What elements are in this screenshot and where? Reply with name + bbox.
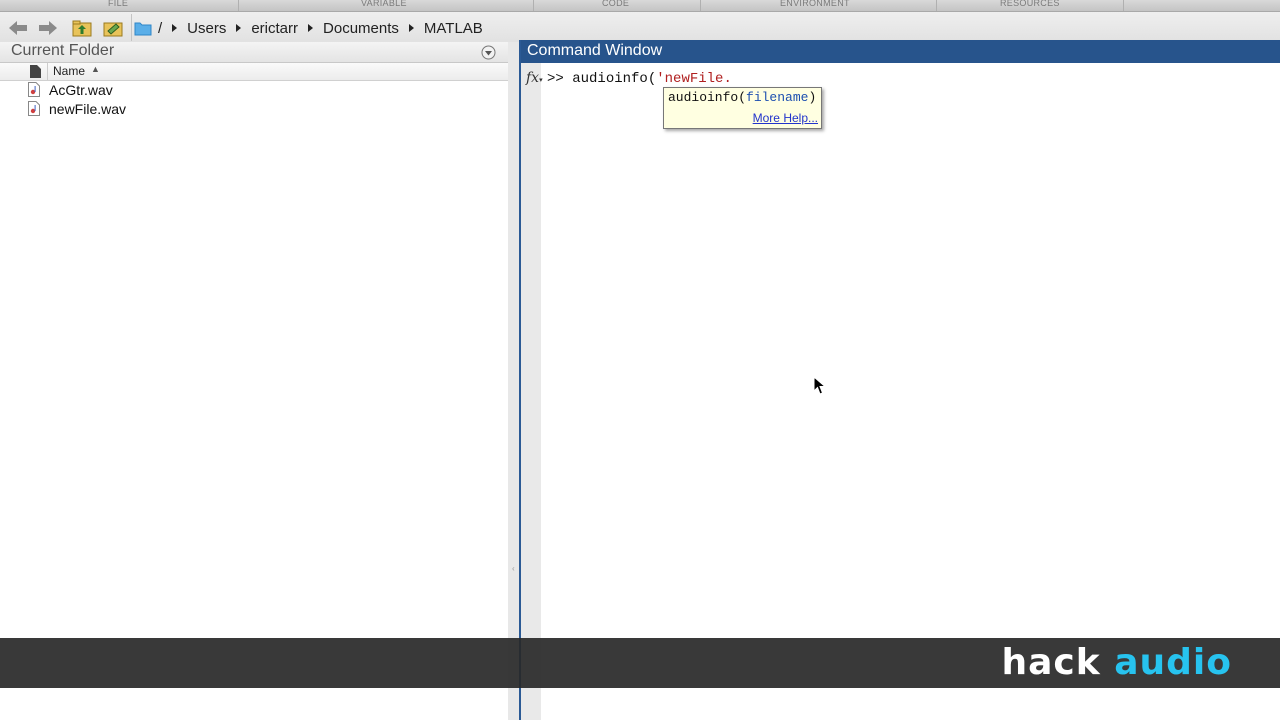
audio-file-icon	[28, 101, 40, 116]
panel-splitter[interactable]: ‹	[508, 42, 519, 720]
section-label-resources: RESOURCES	[1000, 0, 1060, 8]
breadcrumb-root[interactable]: /	[158, 20, 162, 37]
sort-ascending-icon: ▲	[91, 64, 100, 74]
signature-argument: filename	[746, 90, 809, 105]
breadcrumb-separator-icon	[172, 24, 178, 32]
breadcrumb-erictarr[interactable]: erictarr	[251, 20, 298, 37]
audio-file-icon	[28, 82, 40, 97]
browse-for-folder-button[interactable]	[103, 18, 123, 38]
splitter-grip-icon: ‹	[512, 564, 515, 573]
back-arrow-icon	[9, 21, 27, 35]
command-string-text: 'newFile.	[656, 71, 732, 87]
column-divider	[47, 63, 48, 80]
toolbar-divider	[131, 14, 132, 41]
up-folder-icon	[72, 20, 92, 37]
file-name: AcGtr.wav	[49, 81, 113, 98]
breadcrumb-separator-icon	[308, 24, 314, 32]
hack-audio-logo: hack audio	[1001, 642, 1232, 683]
forward-arrow-icon	[39, 21, 57, 35]
watermark-banner: hack audio	[0, 638, 1280, 688]
section-divider	[533, 0, 534, 11]
section-divider	[1123, 0, 1124, 11]
up-one-level-button[interactable]	[72, 18, 92, 38]
signature-function: audioinfo(	[668, 90, 747, 105]
current-folder-titlebar[interactable]: Current Folder	[0, 42, 508, 63]
toolstrip-section-labels: FILE VARIABLE CODE ENVIRONMENT RESOURCES	[0, 0, 1280, 12]
command-input[interactable]: >> audioinfo('newFile.	[547, 71, 732, 87]
current-folder-title: Current Folder	[11, 42, 115, 59]
command-window-panel[interactable]: Command Window fx▾ >> audioinfo('newFile…	[519, 40, 1280, 720]
signature-close: )	[808, 90, 817, 105]
section-divider	[936, 0, 937, 11]
breadcrumb-separator-icon	[408, 24, 414, 32]
file-row-newfile[interactable]: newFile.wav	[28, 99, 126, 118]
function-hint-tooltip: audioinfo(filename) More Help...	[663, 87, 822, 129]
section-label-variable: VARIABLE	[361, 0, 407, 8]
column-header[interactable]: Name ▲	[0, 63, 508, 81]
command-window-title: Command Window	[527, 42, 663, 59]
function-signature: audioinfo(filename)	[668, 90, 816, 105]
browse-folder-icon	[103, 22, 123, 37]
file-row-acgtr[interactable]: AcGtr.wav	[28, 80, 113, 99]
command-prompt: >>	[547, 71, 564, 87]
command-window-titlebar[interactable]: Command Window	[521, 40, 1280, 63]
section-label-environment: ENVIRONMENT	[780, 0, 850, 8]
section-divider	[238, 0, 239, 11]
section-divider	[700, 0, 701, 11]
column-name-label[interactable]: Name	[53, 64, 85, 78]
mouse-cursor-icon	[813, 376, 827, 395]
folder-icon	[134, 22, 152, 36]
command-function-text: audioinfo(	[572, 71, 657, 87]
breadcrumb[interactable]: / Users erictarr Documents MATLAB	[134, 16, 483, 40]
file-type-column-icon	[30, 65, 41, 78]
section-label-file: FILE	[108, 0, 129, 8]
current-folder-panel: Current Folder Name ▲ AcGtr.wav newFile.…	[0, 42, 509, 720]
breadcrumb-matlab[interactable]: MATLAB	[424, 20, 483, 37]
section-label-code: CODE	[602, 0, 630, 8]
command-gutter	[521, 63, 541, 720]
file-name: newFile.wav	[49, 100, 127, 117]
more-help-link[interactable]: More Help...	[753, 111, 818, 125]
back-button[interactable]	[8, 18, 28, 38]
breadcrumb-separator-icon	[236, 24, 242, 32]
function-browser-icon[interactable]: fx▾	[526, 70, 543, 86]
panel-actions-dropdown-icon[interactable]	[481, 45, 496, 60]
forward-button[interactable]	[38, 18, 58, 38]
breadcrumb-users[interactable]: Users	[187, 20, 226, 37]
breadcrumb-documents[interactable]: Documents	[323, 20, 399, 37]
